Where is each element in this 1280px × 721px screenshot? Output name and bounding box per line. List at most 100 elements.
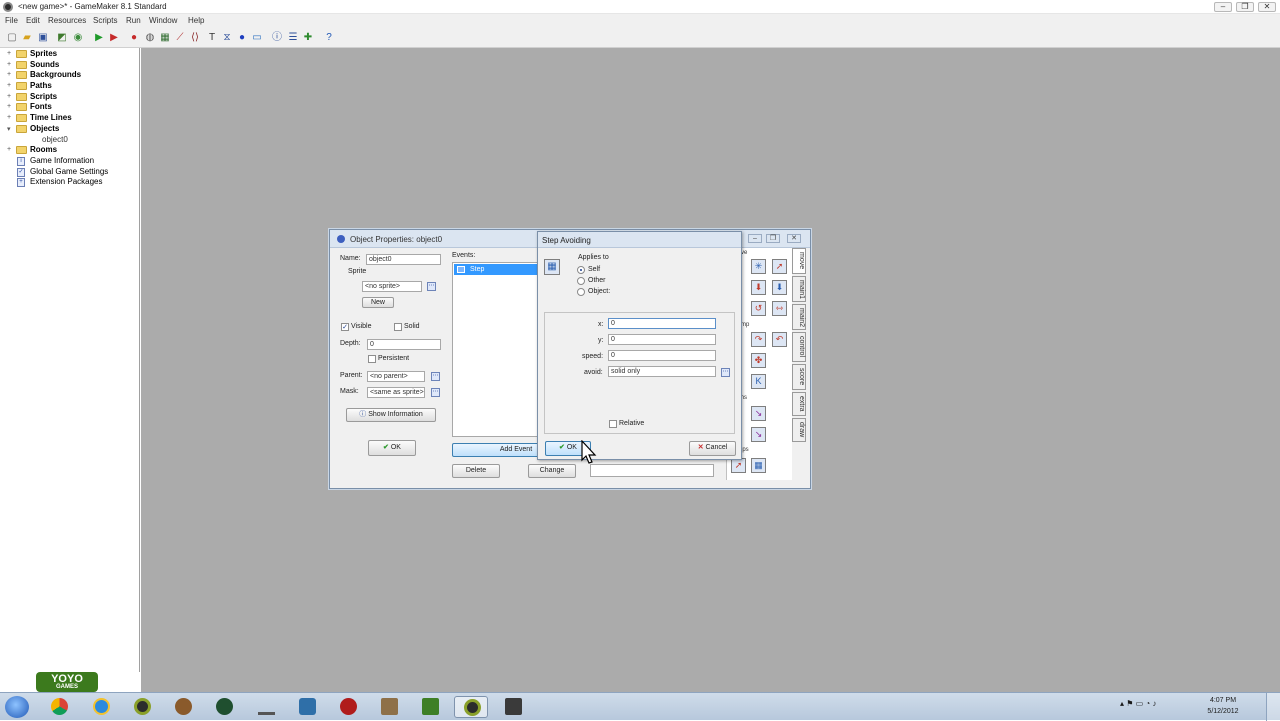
- extension-packages-icon[interactable]: ✚: [302, 32, 314, 44]
- tab-extra[interactable]: extra: [792, 392, 806, 416]
- reverse-vertical-icon[interactable]: ↺: [751, 301, 766, 316]
- events-list[interactable]: Step: [452, 262, 540, 437]
- gamemaker-taskbar-button-active[interactable]: [454, 696, 488, 718]
- add-room-icon[interactable]: ▭: [251, 32, 263, 44]
- persistent-checkbox[interactable]: [368, 355, 376, 363]
- new-file-icon[interactable]: ▢: [6, 32, 18, 44]
- y-input[interactable]: 0: [608, 334, 716, 345]
- add-sprite-icon[interactable]: ●: [128, 32, 140, 44]
- name-field[interactable]: object0: [366, 254, 441, 265]
- global-settings-icon[interactable]: ☰: [287, 32, 299, 44]
- game-information-icon[interactable]: ⓘ: [271, 32, 283, 44]
- step-avoiding-icon[interactable]: ▦: [751, 458, 766, 473]
- publish-icon[interactable]: ◉: [72, 32, 84, 44]
- help-icon[interactable]: ?: [323, 32, 335, 44]
- new-sprite-button[interactable]: New: [362, 297, 394, 308]
- tab-move[interactable]: move: [792, 248, 806, 274]
- tree-item-extension-packages[interactable]: + Extension Packages: [0, 177, 138, 188]
- tray-icons[interactable]: ▴ ⚑ ▭ ◔ ♪: [1120, 699, 1156, 708]
- tree-item-fonts[interactable]: + Fonts: [0, 102, 138, 113]
- bounce-icon[interactable]: K: [751, 374, 766, 389]
- visible-checkbox[interactable]: ✓: [341, 323, 349, 331]
- app-taskbar-button-3[interactable]: [207, 696, 241, 718]
- reverse-horizontal-icon[interactable]: ⇿: [772, 301, 787, 316]
- app-taskbar-button-6[interactable]: [331, 696, 365, 718]
- app-taskbar-button-7[interactable]: [372, 696, 406, 718]
- applies-object-radio[interactable]: [577, 288, 585, 296]
- system-clock[interactable]: 4:07 PM 5/12/2012: [1198, 695, 1248, 717]
- tree-item-game-information[interactable]: i Game Information: [0, 156, 138, 167]
- close-button[interactable]: ✕: [1258, 2, 1276, 12]
- ie-taskbar-button[interactable]: [84, 696, 118, 718]
- tab-draw[interactable]: draw: [792, 418, 806, 442]
- move-free-icon[interactable]: ✳: [751, 259, 766, 274]
- change-event-button[interactable]: Change: [528, 464, 576, 478]
- object-ok-button[interactable]: ✔ OK: [368, 440, 416, 456]
- show-desktop-button[interactable]: [1266, 693, 1280, 721]
- mask-picker-icon[interactable]: ⋯: [431, 388, 440, 397]
- speed-vertical-icon[interactable]: ⬇: [751, 280, 766, 295]
- add-event-button[interactable]: Add Event: [452, 443, 540, 457]
- x-input[interactable]: 0: [608, 318, 716, 329]
- object-window-maximize[interactable]: ❐: [766, 234, 780, 243]
- tree-item-paths[interactable]: + Paths: [0, 81, 138, 92]
- tree-item-backgrounds[interactable]: + Backgrounds: [0, 70, 138, 81]
- parent-picker-icon[interactable]: ⋯: [431, 372, 440, 381]
- chrome-taskbar-button[interactable]: [42, 696, 76, 718]
- app-taskbar-button-9[interactable]: [496, 696, 530, 718]
- minimize-button[interactable]: –: [1214, 2, 1232, 12]
- speed-input[interactable]: 0: [608, 350, 716, 361]
- parent-field[interactable]: <no parent>: [367, 371, 425, 382]
- expand-icon[interactable]: +: [7, 50, 11, 57]
- move-towards-icon[interactable]: ➚: [772, 259, 787, 274]
- debug-game-icon[interactable]: ▶: [108, 32, 120, 44]
- tree-item-rooms[interactable]: + Rooms: [0, 145, 138, 156]
- applies-other-radio[interactable]: [577, 277, 585, 285]
- mask-field[interactable]: <same as sprite>: [367, 387, 425, 398]
- app-taskbar-button-2[interactable]: [166, 696, 200, 718]
- menu-edit[interactable]: Edit: [26, 16, 40, 25]
- add-path-icon[interactable]: ⟋: [174, 32, 186, 44]
- relative-checkbox[interactable]: [609, 420, 617, 428]
- step-cancel-button[interactable]: ✕ Cancel: [689, 441, 736, 456]
- menu-resources[interactable]: Resources: [48, 16, 86, 25]
- show-information-button[interactable]: ⓘ Show Information: [346, 408, 436, 422]
- expand-icon[interactable]: +: [7, 103, 11, 110]
- expand-icon[interactable]: +: [7, 114, 11, 121]
- run-game-icon[interactable]: ▶: [93, 32, 105, 44]
- expand-icon[interactable]: +: [7, 71, 11, 78]
- tab-main1[interactable]: main1: [792, 276, 806, 302]
- add-script-icon[interactable]: ⟨⟩: [189, 32, 201, 44]
- add-timeline-icon[interactable]: ⧖: [221, 32, 233, 44]
- tree-item-objects[interactable]: ▾ Objects: [0, 124, 138, 135]
- tab-main2[interactable]: main2: [792, 304, 806, 330]
- avoid-menu-icon[interactable]: ⋯: [721, 368, 730, 377]
- expand-icon[interactable]: +: [7, 61, 11, 68]
- depth-field[interactable]: 0: [367, 339, 441, 350]
- jump-to-start-icon[interactable]: ↷: [751, 332, 766, 347]
- jump-random-icon[interactable]: ↶: [772, 332, 787, 347]
- tab-score[interactable]: score: [792, 364, 806, 390]
- solid-checkbox[interactable]: [394, 323, 402, 331]
- menu-scripts[interactable]: Scripts: [93, 16, 117, 25]
- app-taskbar-button-4[interactable]: [249, 696, 283, 718]
- open-folder-icon[interactable]: ▰: [21, 32, 33, 44]
- create-executable-icon[interactable]: ◩: [56, 32, 68, 44]
- windows-start-button[interactable]: [5, 696, 29, 718]
- step-towards-icon[interactable]: ➚: [731, 458, 746, 473]
- menu-window[interactable]: Window: [149, 16, 177, 25]
- expand-icon[interactable]: +: [7, 82, 11, 89]
- delete-event-button[interactable]: Delete: [452, 464, 500, 478]
- add-sound-icon[interactable]: ◍: [144, 32, 156, 44]
- sprite-field[interactable]: <no sprite>: [362, 281, 422, 292]
- sprite-picker-icon[interactable]: ⋯: [427, 282, 436, 291]
- actions-list-bottom[interactable]: [590, 464, 714, 477]
- restore-button[interactable]: ❐: [1236, 2, 1254, 12]
- applies-self-radio[interactable]: [577, 266, 585, 274]
- tree-item-time-lines[interactable]: + Time Lines: [0, 113, 138, 124]
- add-background-icon[interactable]: ▦: [159, 32, 171, 44]
- menu-help[interactable]: Help: [188, 16, 204, 25]
- expand-icon[interactable]: +: [7, 146, 11, 153]
- set-path-icon[interactable]: ↘: [751, 406, 766, 421]
- add-object-icon[interactable]: ●: [236, 32, 248, 44]
